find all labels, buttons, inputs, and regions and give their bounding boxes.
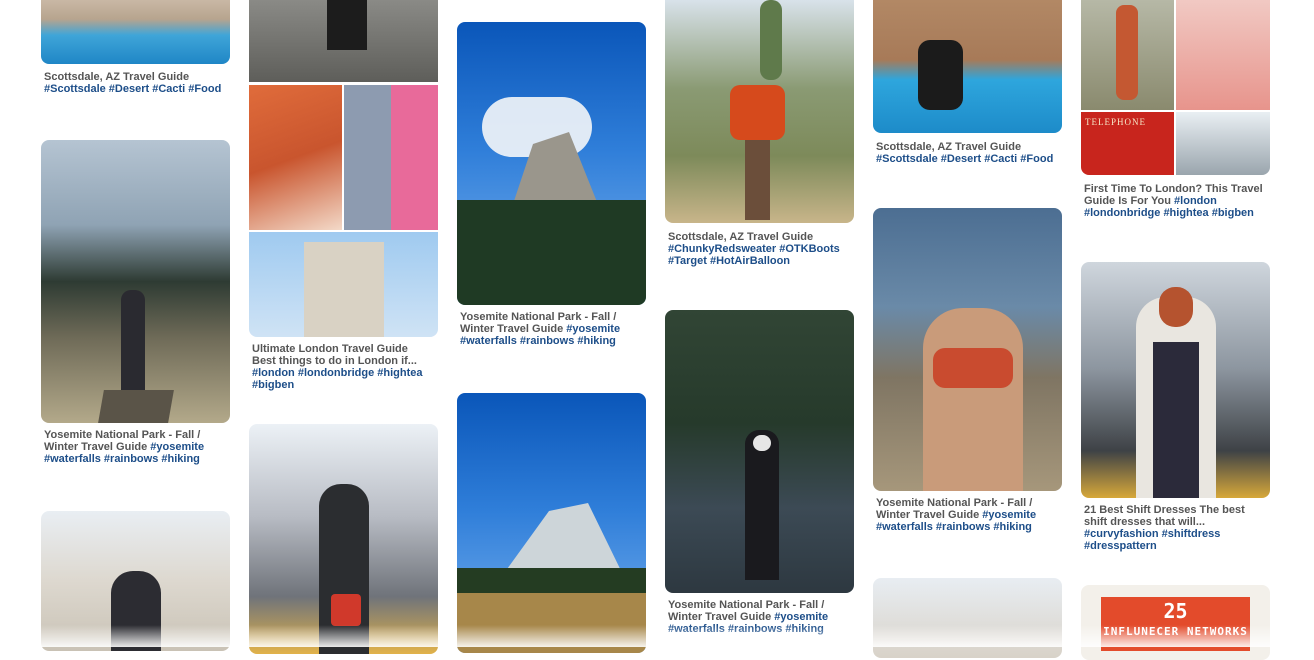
boardwalk [98, 390, 174, 423]
pin-image[interactable] [873, 0, 1062, 133]
pin-card-yosemite-2[interactable]: Yosemite National Park - Fall / Winter T… [457, 22, 646, 347]
pin-image[interactable] [1081, 262, 1270, 498]
pin-card-shift-dress[interactable]: 21 Best Shift Dresses The best shift dre… [1081, 262, 1270, 552]
pin-card-london-collage[interactable]: Ultimate London Travel Guide Best things… [249, 85, 438, 391]
pin-card-yosemite-3[interactable] [457, 393, 646, 653]
pin-card-scottsdale-3[interactable]: Scottsdale, AZ Travel Guide #Scottsdale … [873, 0, 1062, 165]
pin-card-sf-1[interactable] [41, 511, 230, 651]
pin-image[interactable] [41, 140, 230, 423]
collage-tile-city [1176, 112, 1270, 175]
pin-card-scottsdale-1[interactable]: Scottsdale, AZ Travel Guide #Scottsdale … [41, 0, 230, 95]
pin-card-sf-2[interactable] [873, 578, 1062, 658]
pin-caption: Ultimate London Travel Guide Best things… [252, 343, 423, 391]
collage-tile-street [1081, 0, 1174, 110]
pin-card-top-photo[interactable] [249, 0, 438, 82]
pin-image[interactable] [873, 578, 1062, 658]
pin-card-sf-dress[interactable] [249, 424, 438, 654]
pin-card-yosemite-4[interactable]: Yosemite National Park - Fall / Winter T… [665, 310, 854, 635]
red-bag [331, 594, 361, 626]
pin-card-yosemite-5[interactable]: Yosemite National Park - Fall / Winter T… [873, 208, 1062, 533]
pin-image[interactable] [249, 85, 438, 337]
pin-hashtags[interactable]: #Scottsdale #Desert #Cacti #Food [44, 83, 221, 95]
collage-tile-hightea [249, 85, 342, 230]
boots [745, 140, 770, 220]
pin-image[interactable]: TELEPHONE [1081, 0, 1270, 175]
pin-hashtags[interactable]: #london #londonbridge #hightea #bigben [252, 367, 423, 391]
collage-tile-pink-cafe [1176, 0, 1270, 110]
pin-caption: Yosemite National Park - Fall / Winter T… [668, 599, 829, 635]
pin-hashtags[interactable]: #ChunkyRedsweater #OTKBoots #Target #Hot… [668, 243, 840, 267]
pin-caption: First Time To London? This Travel Guide … [1084, 183, 1263, 219]
person-figure [1116, 5, 1138, 100]
pin-image[interactable] [665, 310, 854, 593]
pin-image[interactable] [665, 0, 854, 223]
floral-dress [1153, 342, 1199, 498]
pin-card-influencer[interactable]: 25 INFLUNECER NETWORKS [1081, 585, 1270, 660]
pin-card-yosemite-1[interactable]: Yosemite National Park - Fall / Winter T… [41, 140, 230, 465]
pin-hashtags[interactable]: #curvyfashion #shiftdress #dresspattern [1084, 528, 1220, 552]
pin-hashtags[interactable]: #Scottsdale #Desert #Cacti #Food [876, 153, 1053, 165]
pin-caption: Scottsdale, AZ Travel Guide #Scottsdale … [876, 141, 1054, 165]
pin-image[interactable] [457, 22, 646, 305]
person-figure [745, 430, 779, 580]
pin-card-london-2[interactable]: TELEPHONE First Time To London? This Tra… [1081, 0, 1270, 219]
person-figure [319, 484, 369, 654]
collage-tile-towerbridge [249, 232, 438, 337]
pin-caption: Scottsdale, AZ Travel Guide #ChunkyRedsw… [668, 231, 840, 267]
red-hair [1159, 287, 1193, 327]
pin-caption: Scottsdale, AZ Travel Guide #Scottsdale … [44, 71, 222, 95]
person-figure [327, 0, 367, 50]
person-figure [111, 571, 161, 651]
meadow [457, 593, 646, 653]
pin-caption: Yosemite National Park - Fall / Winter T… [460, 311, 621, 347]
cactus [760, 0, 782, 80]
pin-image[interactable] [249, 0, 438, 82]
white-beanie [753, 435, 771, 451]
pin-image[interactable]: 25 INFLUNECER NETWORKS [1081, 585, 1270, 660]
pin-image[interactable] [457, 393, 646, 653]
forest [457, 200, 646, 305]
pin-image[interactable] [873, 208, 1062, 491]
pin-image[interactable] [41, 0, 230, 64]
collage-tile-phonebox: TELEPHONE [1081, 112, 1174, 175]
pin-image[interactable] [249, 424, 438, 654]
plaid-scarf [933, 348, 1013, 388]
collage-tile-houses [344, 85, 438, 230]
pin-caption: Yosemite National Park - Fall / Winter T… [876, 497, 1037, 533]
person-figure [121, 290, 145, 400]
camel-coat [923, 308, 1023, 491]
pin-caption: Yosemite National Park - Fall / Winter T… [44, 429, 205, 465]
pin-card-scottsdale-2[interactable]: Scottsdale, AZ Travel Guide #ChunkyRedsw… [665, 0, 854, 267]
person-figure [918, 40, 963, 110]
pin-caption: 21 Best Shift Dresses The best shift dre… [1084, 504, 1245, 552]
pin-image[interactable] [41, 511, 230, 651]
influencer-badge: 25 INFLUNECER NETWORKS [1101, 597, 1250, 651]
red-sweater [730, 85, 785, 140]
tower-bridge [304, 242, 384, 337]
